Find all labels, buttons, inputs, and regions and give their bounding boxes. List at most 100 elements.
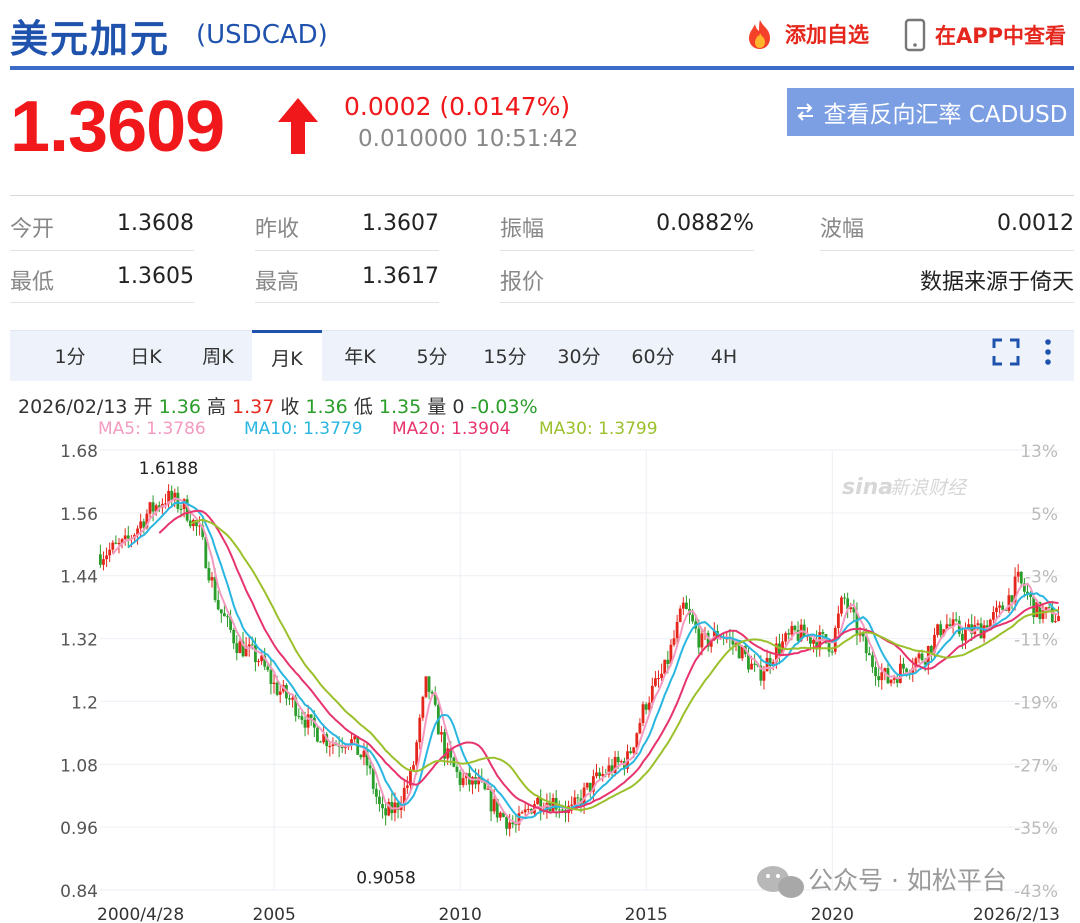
tab-weekly[interactable]: 周K bbox=[186, 331, 250, 381]
candle-body bbox=[691, 614, 695, 622]
stat-value-prev-close: 1.3607 bbox=[362, 211, 439, 236]
candle-body bbox=[920, 653, 924, 661]
stat-divider bbox=[10, 250, 194, 251]
candle-body bbox=[381, 804, 384, 809]
y-tick-label: 1.2 bbox=[71, 693, 98, 713]
stat-label-high: 最高 bbox=[255, 270, 300, 295]
candle-body bbox=[654, 678, 657, 686]
pct-tick-label: -43% bbox=[1014, 882, 1058, 902]
candle-body bbox=[257, 661, 260, 663]
candle-body bbox=[108, 549, 112, 556]
candle-body bbox=[790, 625, 794, 635]
candle-body bbox=[619, 761, 623, 763]
candle-body bbox=[176, 492, 180, 509]
candle-body bbox=[1019, 571, 1023, 584]
candle-body bbox=[880, 672, 884, 681]
candle-body bbox=[644, 704, 648, 710]
x-tick-label: 2005 bbox=[253, 905, 296, 923]
tab-monthly[interactable]: 月K bbox=[252, 330, 322, 381]
candle-body bbox=[272, 682, 276, 684]
y-tick-label: 1.56 bbox=[60, 505, 98, 525]
arrow-up-icon bbox=[278, 98, 318, 154]
y-tick-label: 1.44 bbox=[60, 568, 98, 588]
candle-body bbox=[247, 644, 251, 647]
y-tick-label: 1.68 bbox=[60, 442, 98, 462]
candle-body bbox=[142, 521, 146, 528]
candle-body bbox=[319, 741, 322, 743]
more-menu-icon[interactable] bbox=[1040, 338, 1056, 368]
view-in-app-button[interactable]: 在APP中查看 bbox=[903, 18, 1066, 52]
candle-body bbox=[340, 747, 344, 749]
x-tick-label: 2010 bbox=[439, 905, 482, 923]
tab-4h[interactable]: 4H bbox=[696, 331, 752, 381]
tab-daily[interactable]: 日K bbox=[114, 331, 178, 381]
candle-body bbox=[700, 633, 704, 648]
candle-body bbox=[278, 691, 282, 695]
candle-body bbox=[917, 653, 921, 659]
tab-30min[interactable]: 30分 bbox=[546, 331, 612, 381]
candle-body bbox=[219, 609, 223, 614]
tab-15min[interactable]: 15分 bbox=[472, 331, 538, 381]
candlestick-series bbox=[98, 484, 1060, 837]
candle-body bbox=[216, 599, 220, 610]
candle-body bbox=[663, 659, 667, 674]
stat-label-quote: 报价 bbox=[500, 270, 545, 295]
candle-body bbox=[616, 756, 620, 763]
tab-1min[interactable]: 1分 bbox=[42, 331, 98, 381]
stat-divider bbox=[10, 302, 194, 303]
stat-label-low: 最低 bbox=[10, 270, 55, 295]
candle-body bbox=[250, 644, 254, 646]
stat-divider bbox=[500, 250, 754, 251]
svg-text:sina: sina bbox=[842, 475, 893, 500]
stat-divider bbox=[820, 250, 1074, 251]
candle-body bbox=[902, 663, 905, 669]
reverse-rate-button[interactable]: 查看反向汇率 CADUSD bbox=[787, 88, 1074, 136]
candle-body bbox=[960, 633, 964, 641]
pct-tick-label: -3% bbox=[1025, 568, 1058, 588]
tab-5min[interactable]: 5分 bbox=[404, 331, 460, 381]
candle-body bbox=[424, 676, 428, 697]
tab-60min[interactable]: 60分 bbox=[620, 331, 686, 381]
pct-tick-label: -19% bbox=[1014, 693, 1058, 713]
ma30-legend: MA30: 1.3799 bbox=[539, 419, 658, 439]
candle-body bbox=[226, 616, 229, 618]
candle-body bbox=[750, 663, 753, 670]
fullscreen-icon[interactable] bbox=[992, 338, 1020, 366]
candle-body bbox=[762, 671, 766, 681]
data-source-text: 数据来源于倚天 bbox=[919, 270, 1074, 295]
candle-body bbox=[486, 788, 490, 790]
candle-body bbox=[102, 559, 105, 565]
phone-icon bbox=[904, 18, 926, 52]
candle-body bbox=[254, 645, 257, 663]
candle-body bbox=[892, 678, 896, 680]
candle-body bbox=[576, 797, 580, 799]
stat-value-amplitude: 0.0882% bbox=[656, 211, 754, 236]
candle-body bbox=[765, 657, 769, 672]
candle-body bbox=[551, 797, 555, 812]
candle-body bbox=[526, 808, 530, 810]
candle-body bbox=[536, 798, 539, 805]
low-annotation: 0.9058 bbox=[356, 869, 415, 889]
candle-body bbox=[498, 812, 502, 818]
ma5-legend: MA5: 1.3786 bbox=[98, 419, 206, 439]
candle-body bbox=[471, 777, 474, 785]
candle-body bbox=[867, 653, 871, 656]
candle-body bbox=[560, 809, 564, 811]
kline-chart[interactable]: sina 新浪财经 1.68 13%1.56 5%1.44 -3%1.32 -11%1.… bbox=[0, 440, 1080, 923]
candle-body bbox=[939, 624, 943, 636]
candle-body bbox=[964, 629, 967, 641]
candle-body bbox=[678, 608, 682, 622]
tab-yearly[interactable]: 年K bbox=[328, 331, 392, 381]
candle-body bbox=[508, 822, 512, 829]
add-watchlist-button[interactable]: 添加自选 bbox=[743, 18, 869, 50]
section-divider bbox=[10, 195, 1074, 196]
candle-body bbox=[830, 651, 834, 653]
candle-body bbox=[641, 704, 645, 724]
candle-body bbox=[368, 765, 372, 769]
candle-body bbox=[936, 624, 939, 635]
price-change: 0.0002 (0.0147%) bbox=[344, 92, 571, 121]
candle-body bbox=[151, 502, 155, 512]
candle-body bbox=[998, 605, 1001, 608]
candle-body bbox=[821, 632, 825, 635]
candle-body bbox=[303, 719, 307, 728]
